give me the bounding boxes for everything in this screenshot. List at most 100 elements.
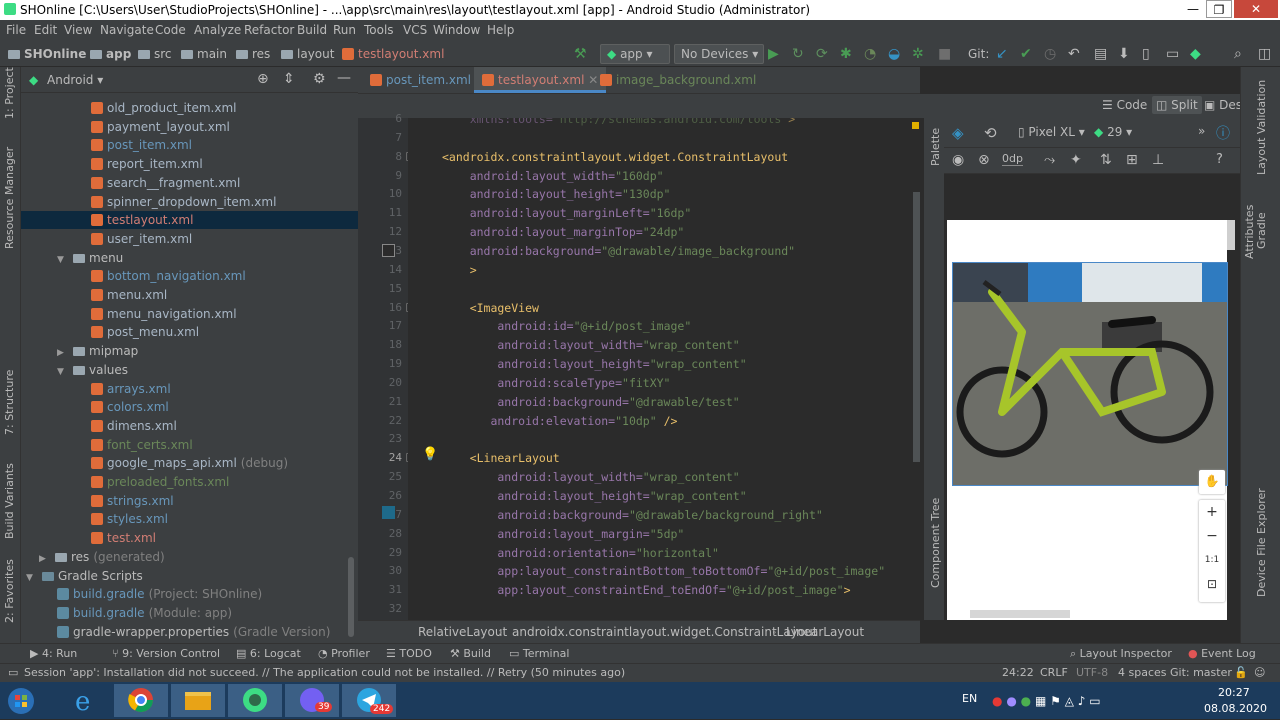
tree-file[interactable]: dimens.xml <box>21 417 358 435</box>
tool-9-version-control[interactable]: ⑂ 9: Version Control <box>112 647 220 660</box>
chevron-down-icon[interactable]: ▼ <box>26 573 36 583</box>
tool-structure[interactable]: 7: Structure <box>3 370 16 435</box>
tree-file[interactable]: ▼ Gradle Scripts <box>21 567 358 585</box>
tree-file[interactable]: styles.xml <box>21 510 358 528</box>
tree-file[interactable]: post_menu.xml <box>21 323 358 341</box>
zoom-in-button[interactable]: + <box>1199 500 1225 524</box>
tool-layout-inspector[interactable]: ⌕ Layout Inspector <box>1070 647 1172 661</box>
zoom-1to1-button[interactable]: 1:1 <box>1199 548 1225 572</box>
palette-tab[interactable]: Palette <box>929 128 942 166</box>
gear-icon[interactable]: ⚙ <box>313 71 326 87</box>
crumb-project[interactable]: SHOnline <box>8 47 86 61</box>
code-editor[interactable]: xmlns:tools="http://schemas.android.com/… <box>408 118 920 620</box>
tool-favorites[interactable]: 2: Favorites <box>3 559 16 623</box>
tray-wifi-icon[interactable]: ◬ <box>1065 694 1074 708</box>
menu-help[interactable]: Help <box>487 23 514 37</box>
menu-build[interactable]: Build <box>297 23 327 37</box>
tree-file[interactable]: gradle-wrapper.properties (Gradle Version… <box>21 623 358 641</box>
crumb-linearlayout[interactable]: LinearLayout <box>786 625 864 639</box>
git-update-icon[interactable]: ↙ <box>996 46 1008 62</box>
indent-setting[interactable]: 4 spaces <box>1118 666 1167 679</box>
caret-position[interactable]: 24:22 <box>1002 666 1034 679</box>
pan-hand-icon[interactable]: ✋ <box>1199 470 1225 494</box>
color-swatch-icon[interactable] <box>382 244 395 257</box>
tool-layout-validation[interactable]: Layout Validation <box>1255 80 1268 175</box>
infer-constraints-icon[interactable]: ✦ <box>1070 152 1082 168</box>
tray-volume-icon[interactable]: ♪ <box>1078 694 1086 708</box>
device-selector[interactable]: ▯ Pixel XL ▾ <box>1018 125 1085 139</box>
preview-scrollbar[interactable] <box>1227 220 1235 250</box>
tool-gradle[interactable]: Gradle <box>1255 212 1268 249</box>
tree-folder[interactable]: ▼ values <box>21 361 358 379</box>
git-branch[interactable]: Git: master <box>1170 666 1232 679</box>
tree-file[interactable]: menu_navigation.xml <box>21 305 358 323</box>
tray-whatsapp-icon[interactable]: ● <box>1021 694 1031 708</box>
tray-flag-icon[interactable]: ⚑ <box>1050 694 1061 708</box>
tree-folder[interactable]: ▼ menu <box>21 249 358 267</box>
magnet-icon[interactable]: ⊗ <box>978 152 990 168</box>
tool-profiler[interactable]: ◔ Profiler <box>318 647 370 660</box>
menu-file[interactable]: File <box>6 23 26 37</box>
profile-icon[interactable]: ◔ <box>864 46 876 62</box>
tree-file[interactable]: google_maps_api.xml (debug) <box>21 454 358 472</box>
design-surface[interactable]: ✋ + − 1:1 ⊡ <box>944 118 1240 620</box>
component-tree-tab[interactable]: Component Tree <box>929 498 942 588</box>
tree-file[interactable]: report_item.xml <box>21 155 358 173</box>
tree-folder[interactable]: ▶ res (generated) <box>21 548 358 566</box>
editor-scrollbar[interactable] <box>913 192 920 462</box>
tool-4-run[interactable]: ▶ 4: Run <box>30 647 77 660</box>
menu-window[interactable]: Window <box>433 23 480 37</box>
tool-build[interactable]: ⚒ Build <box>450 647 491 660</box>
clear-constraints-icon[interactable]: ⤳ <box>1044 152 1055 168</box>
tree-file[interactable]: payment_layout.xml <box>21 118 358 136</box>
tab-post-item[interactable]: post_item.xml <box>362 67 479 93</box>
chevron-down-icon[interactable]: ▼ <box>57 367 67 377</box>
stop-icon[interactable]: ■ <box>938 46 951 62</box>
run-icon[interactable]: ▶ <box>768 46 779 62</box>
line-separator[interactable]: CRLF <box>1040 666 1068 679</box>
lightbulb-icon[interactable]: 💡 <box>422 447 438 462</box>
lock-icon[interactable]: 🔓 <box>1234 666 1248 679</box>
tool-event-log[interactable]: ● Event Log <box>1188 647 1256 660</box>
tree-folder[interactable]: ▶ mipmap <box>21 342 358 360</box>
project-view-select[interactable]: Android ▾ <box>47 73 103 87</box>
tool-build-variants[interactable]: Build Variants <box>3 463 16 539</box>
tree-file[interactable]: arrays.xml <box>21 380 358 398</box>
android-debug-icon[interactable]: ✲ <box>912 46 924 62</box>
viber-taskbar-icon[interactable]: 39 <box>285 684 339 717</box>
align-icon[interactable]: ⊞ <box>1126 152 1138 168</box>
device-manager-icon[interactable]: ▭ <box>1166 46 1179 62</box>
collapse-icon[interactable]: ⇕ <box>283 71 295 87</box>
zoom-out-button[interactable]: − <box>1199 524 1225 548</box>
tree-file[interactable]: preloaded_fonts.xml <box>21 473 358 491</box>
ie-taskbar-icon[interactable]: e <box>57 684 111 717</box>
git-commit-icon[interactable]: ✔ <box>1020 46 1032 62</box>
telegram-taskbar-icon[interactable]: 242 <box>342 684 396 717</box>
tree-file[interactable]: search__fragment.xml <box>21 174 358 192</box>
start-button[interactable] <box>4 686 38 716</box>
git-history-icon[interactable]: ◷ <box>1044 46 1056 62</box>
tree-file[interactable]: build.gradle (Project: SHOnline) <box>21 585 358 603</box>
tree-file[interactable]: build.gradle (Module: app) <box>21 604 358 622</box>
tool-device-file-explorer[interactable]: Device File Explorer <box>1255 488 1268 597</box>
crumb-file[interactable]: testlayout.xml <box>342 47 444 61</box>
apply-changes-icon[interactable]: ↻ <box>792 46 804 62</box>
tree-scrollbar[interactable] <box>348 557 354 637</box>
menu-vcs[interactable]: VCS <box>403 23 427 37</box>
tray-viber-icon[interactable]: ● <box>1006 694 1016 708</box>
menu-view[interactable]: View <box>64 23 92 37</box>
android-icon[interactable]: ◆ <box>1190 46 1201 62</box>
menu-tools[interactable]: Tools <box>364 23 394 37</box>
crumb-app[interactable]: app <box>90 47 131 61</box>
apply-code-changes-icon[interactable]: ⟳ <box>816 46 828 62</box>
sdk-manager-icon[interactable]: ⬇ <box>1118 46 1130 62</box>
layers-icon[interactable]: ◈ <box>952 124 964 142</box>
code-mode-button[interactable]: ☰ Code <box>1102 98 1147 112</box>
color-swatch-icon[interactable] <box>382 506 395 519</box>
tray-network-icon[interactable]: ▦ <box>1035 694 1046 708</box>
avd-manager-icon[interactable]: ▯ <box>1142 46 1150 62</box>
split-view-icon[interactable]: ◫ <box>1258 46 1271 62</box>
hammer-icon[interactable]: ⚒ <box>574 46 587 62</box>
close-button[interactable]: ✕ <box>1234 0 1278 18</box>
zoom-fit-icon[interactable]: ⊡ <box>1199 572 1225 596</box>
